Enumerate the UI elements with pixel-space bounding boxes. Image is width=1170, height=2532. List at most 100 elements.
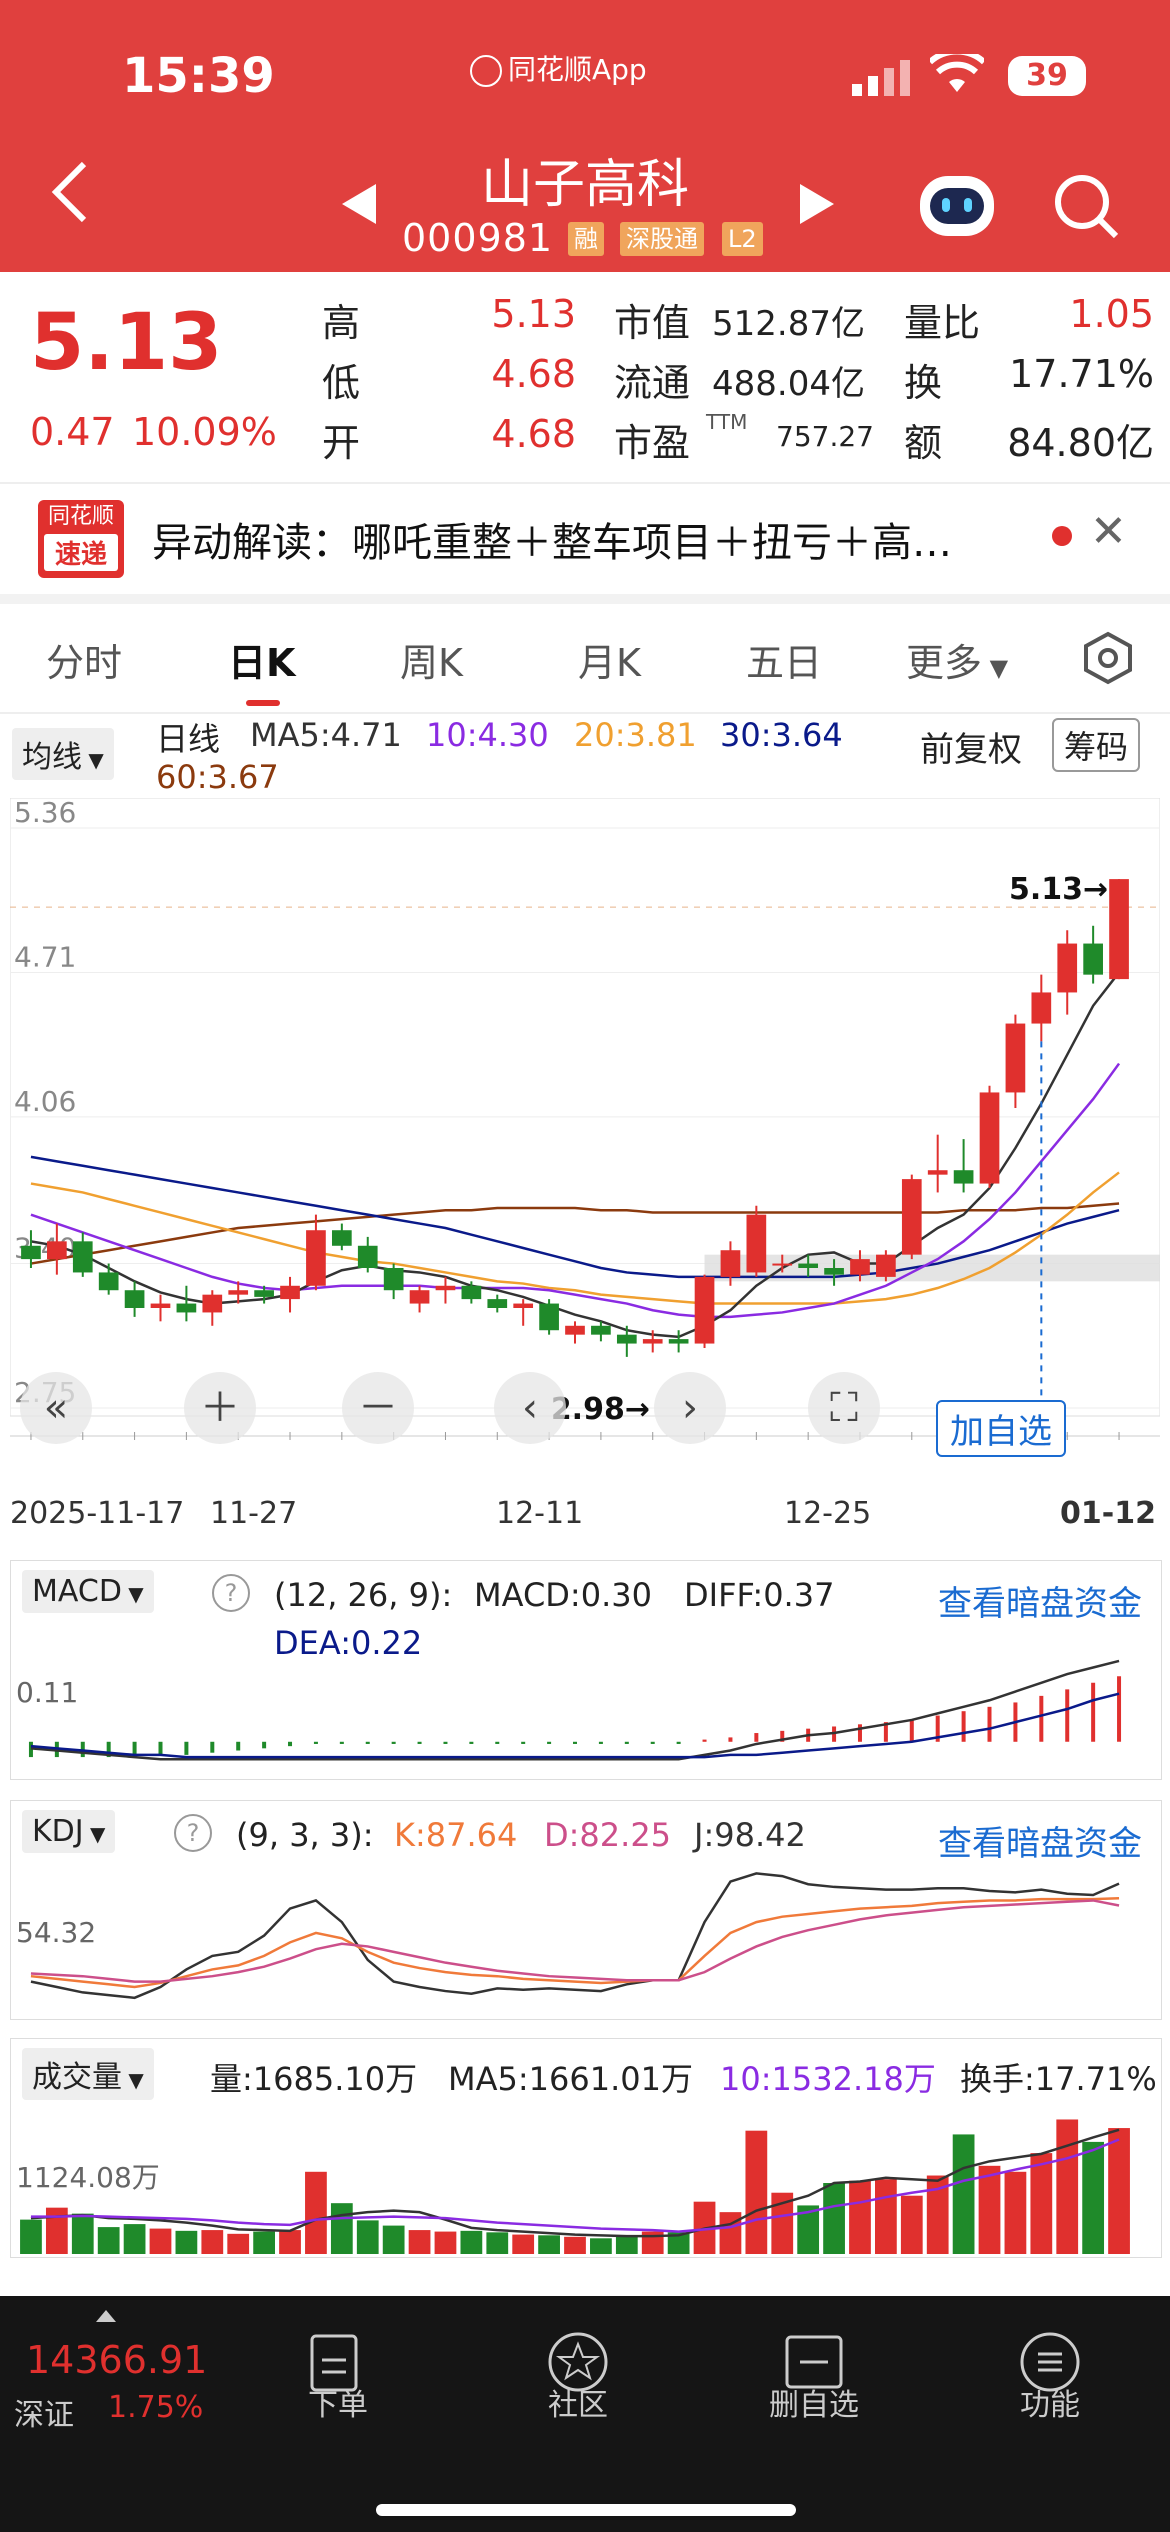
volume-bar	[253, 2231, 275, 2254]
x-label-start: 2025-11-17	[10, 1496, 185, 1531]
candle-body	[47, 1241, 67, 1260]
divider	[0, 594, 1170, 604]
divider	[0, 482, 1170, 484]
ma20-value: 20:3.81	[574, 716, 697, 754]
macd-select[interactable]: MACD ▼	[22, 1570, 154, 1613]
j-value: J:98.42	[694, 1816, 806, 1854]
price-change: 0.47	[30, 410, 115, 454]
fullscreen-icon[interactable]: ⛶	[808, 1372, 880, 1444]
candle-body	[746, 1214, 767, 1273]
header-bar: 15:39 同花顺App 39 山子高科 000981 融 深股通 L2	[0, 0, 1170, 272]
expand-up-icon[interactable]	[96, 2310, 116, 2322]
candle-body	[513, 1303, 534, 1308]
value-pe: 757.27	[776, 420, 874, 453]
volume-bar	[615, 2236, 638, 2254]
turnover-value: 换手:17.71%	[960, 2060, 1157, 2098]
tab-five-day[interactable]: 五日	[746, 632, 822, 687]
candle-body	[176, 1303, 197, 1313]
tab-daily-k[interactable]: 日K	[228, 632, 295, 687]
nav-remove-watch[interactable]: 删自选	[734, 2380, 894, 2424]
candle-body	[98, 1272, 119, 1291]
volume-bar	[71, 2213, 94, 2254]
d-value: D:82.25	[544, 1816, 672, 1854]
tab-intraday[interactable]: 分时	[46, 632, 122, 687]
volume-select[interactable]: 成交量 ▼	[22, 2048, 154, 2100]
nav-community[interactable]: 社区	[498, 2380, 658, 2424]
scroll-left-icon[interactable]: ‹	[494, 1372, 566, 1444]
volume-bar	[564, 2236, 586, 2254]
nav-functions[interactable]: 功能	[970, 2380, 1130, 2424]
candle-body	[409, 1290, 430, 1304]
volume-ma5: MA5:1661.01万	[448, 2060, 693, 2098]
index-name: 深证	[14, 2398, 74, 2433]
kdj-select[interactable]: KDJ ▼	[22, 1810, 116, 1853]
zoom-out-icon[interactable]: －	[342, 1372, 414, 1444]
value-high: 5.13	[491, 292, 576, 336]
volume-bar	[823, 2183, 845, 2254]
adjust-mode[interactable]: 前复权	[920, 722, 1022, 771]
scroll-right-icon[interactable]: ›	[654, 1372, 726, 1444]
ma-period-label: 日线	[156, 720, 221, 758]
volume-ma10: 10:1532.18万	[720, 2060, 936, 2098]
robot-assistant-icon[interactable]	[920, 176, 994, 236]
value-float: 488.04亿	[712, 364, 865, 404]
volume-bar	[434, 2231, 457, 2254]
candle-body	[876, 1254, 896, 1277]
chips-button[interactable]: 筹码	[1052, 718, 1141, 772]
battery-indicator: 39	[1008, 56, 1086, 96]
volume-bar	[279, 2230, 301, 2254]
tab-monthly-k[interactable]: 月K	[578, 632, 641, 687]
candle-body	[487, 1299, 508, 1308]
volume-bar	[305, 2171, 327, 2254]
dark-pool-link[interactable]: 查看暗盘资金	[938, 1576, 1142, 1625]
indicator-select[interactable]: 均线 ▼	[12, 728, 114, 780]
candle-body	[616, 1334, 637, 1344]
tag-l2: L2	[722, 222, 763, 256]
search-icon[interactable]	[1052, 172, 1122, 242]
y-tick-label: 5.36	[14, 798, 76, 829]
volume-bar	[900, 2195, 923, 2254]
y-tick-label: 4.06	[14, 1085, 76, 1118]
help-icon[interactable]: ?	[174, 1814, 212, 1852]
index-pct: 1.75%	[108, 2390, 204, 2425]
volume-bar	[719, 2212, 742, 2254]
app-logo-icon	[470, 55, 502, 87]
ma60-value: 60:3.67	[156, 758, 279, 796]
candle-body	[798, 1263, 819, 1268]
label-open: 开	[322, 421, 361, 465]
pe-ttm-sup: TTM	[706, 410, 748, 434]
tab-weekly-k[interactable]: 周K	[400, 632, 463, 687]
candle-body	[850, 1259, 870, 1275]
status-app-name: 同花顺App	[470, 48, 647, 88]
k-line	[30, 1896, 1120, 1989]
tab-more[interactable]: 更多 ▼	[906, 632, 1008, 687]
tag-connect: 深股通	[620, 222, 704, 256]
volume-value: 量:1685.10万	[210, 2060, 418, 2098]
zoom-out-all-icon[interactable]: «	[20, 1372, 92, 1444]
kline-chart[interactable]: 5.364.714.063.402.755.13→2.98→	[10, 798, 1160, 1476]
candle-body	[668, 1339, 689, 1344]
diff-value: DIFF:0.37	[684, 1576, 835, 1614]
settings-hex-icon[interactable]	[1080, 630, 1136, 686]
candle-body	[306, 1230, 326, 1286]
candle-body	[1083, 943, 1103, 975]
candle-body	[642, 1339, 663, 1344]
close-icon[interactable]: ✕	[1090, 506, 1127, 557]
help-icon[interactable]: ?	[212, 1574, 250, 1612]
add-watchlist-button[interactable]: 加自选	[936, 1400, 1066, 1457]
value-mktcap: 512.87亿	[712, 304, 865, 344]
nav-order[interactable]: 下单	[258, 2380, 418, 2424]
zoom-in-icon[interactable]: ＋	[184, 1372, 256, 1444]
x-label-3: 12-11	[496, 1496, 584, 1531]
index-value[interactable]: 14366.91	[26, 2338, 207, 2382]
volume-bar	[875, 2179, 897, 2254]
kdj-chart	[30, 1872, 1120, 2000]
home-indicator	[376, 2504, 796, 2516]
dark-pool-link[interactable]: 查看暗盘资金	[938, 1816, 1142, 1865]
news-ticker[interactable]: 异动解读：哪吒重整＋整车项目＋扭亏＋高…	[152, 510, 952, 568]
diff-line	[30, 1659, 1120, 1761]
volume-bar	[356, 2220, 379, 2254]
macd-value: MACD:0.30	[474, 1576, 652, 1614]
candle-body	[383, 1268, 404, 1291]
value-low: 4.68	[491, 352, 576, 396]
